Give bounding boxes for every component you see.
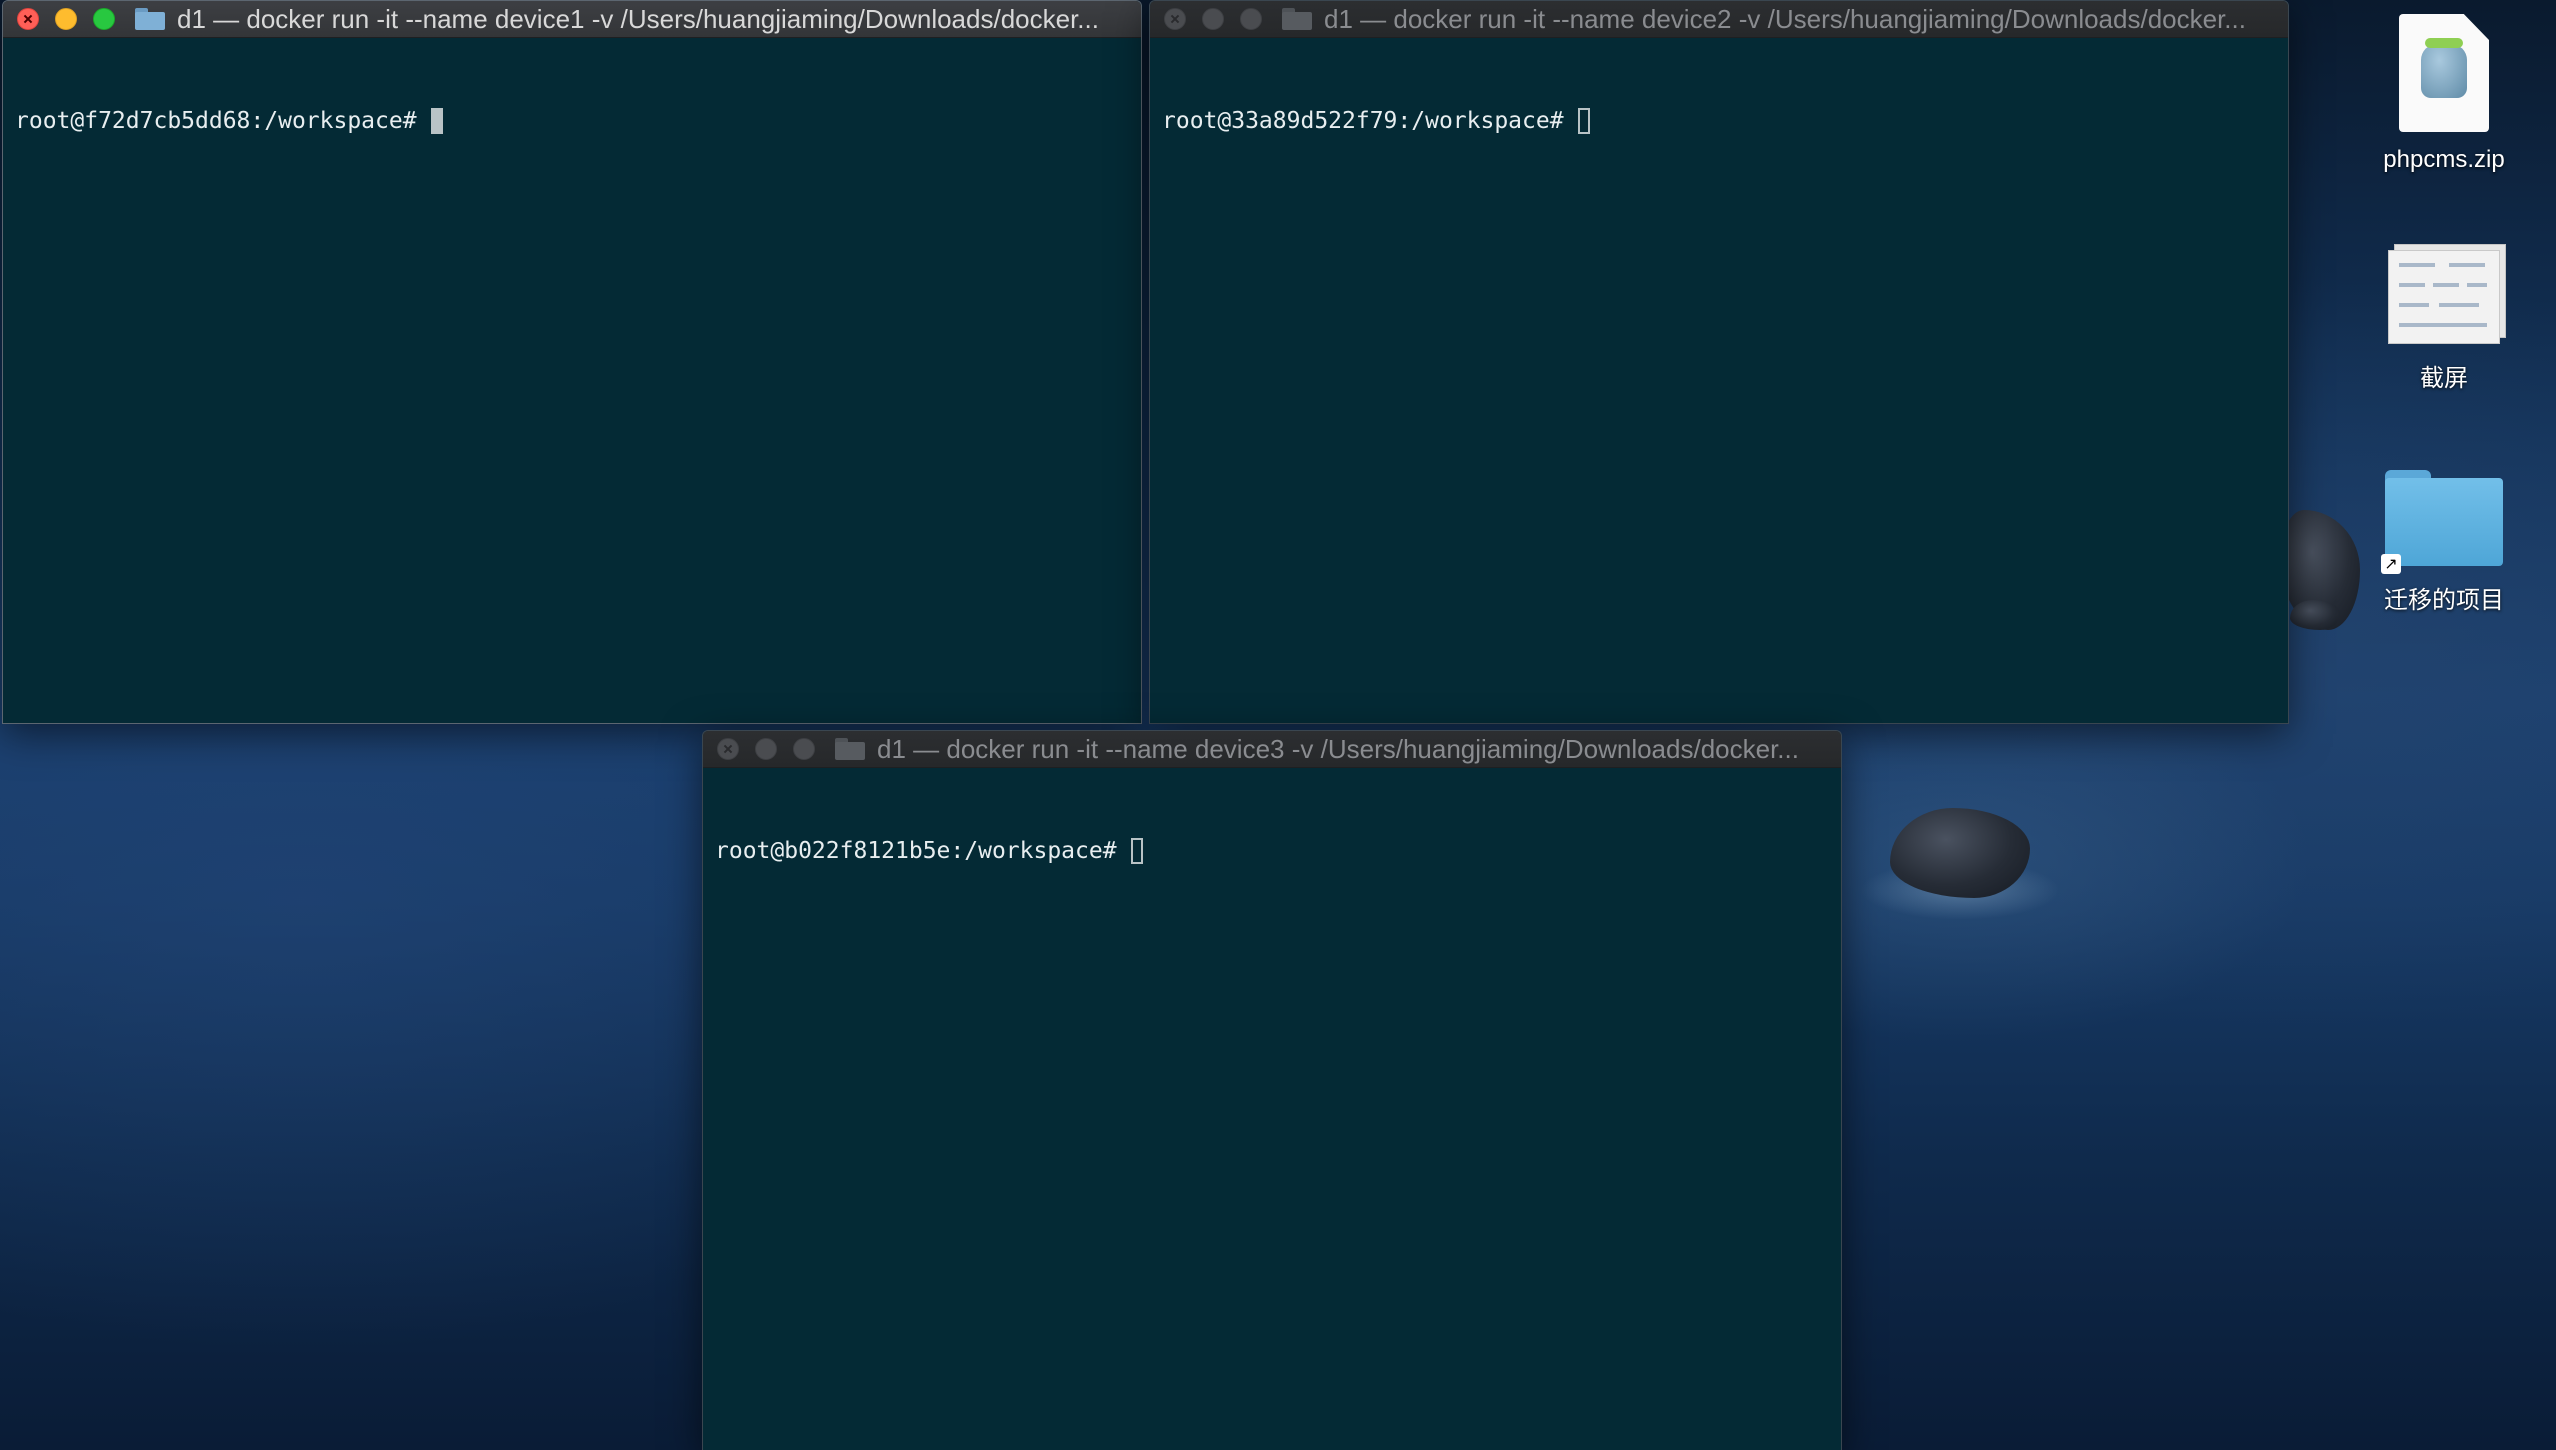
minimize-button[interactable] <box>55 8 77 30</box>
desktop-icon-phpcms-zip[interactable]: phpcms.zip <box>2344 14 2544 174</box>
terminal-content[interactable]: root@b022f8121b5e:/workspace# <box>703 768 1841 934</box>
prompt-line: root@f72d7cb5dd68:/workspace# <box>15 106 1129 136</box>
desktop-icon-migrated-items[interactable]: ↗ 迁移的项目 <box>2344 470 2544 615</box>
window-controls <box>1164 1 1262 37</box>
folder-icon <box>135 8 165 30</box>
folder-icon <box>835 738 865 760</box>
close-button[interactable] <box>17 8 39 30</box>
window-title: d1 — docker run -it --name device2 -v /U… <box>1324 3 2246 34</box>
text-cursor <box>1130 838 1143 864</box>
desktop-icon-screenshot[interactable]: 截屏 <box>2344 250 2544 393</box>
terminal-window-device1[interactable]: d1 — docker run -it --name device1 -v /U… <box>2 0 1142 724</box>
desktop-icon-label: 截屏 <box>2420 365 2468 392</box>
shell-prompt: root@f72d7cb5dd68:/workspace# <box>15 108 417 134</box>
terminal-content[interactable]: root@33a89d522f79:/workspace# <box>1150 38 2288 204</box>
sea-rock <box>1890 808 2030 898</box>
close-icon <box>24 15 32 23</box>
folder-icon <box>1282 8 1312 30</box>
maximize-button[interactable] <box>793 738 815 760</box>
maximize-button[interactable] <box>93 8 115 30</box>
minimize-button[interactable] <box>1202 8 1224 30</box>
window-title: d1 — docker run -it --name device1 -v /U… <box>177 3 1099 34</box>
desktop-icon-label: phpcms.zip <box>2383 146 2505 173</box>
window-title: d1 — docker run -it --name device3 -v /U… <box>877 733 1799 764</box>
terminal-window-device2[interactable]: d1 — docker run -it --name device2 -v /U… <box>1149 0 2289 724</box>
window-titlebar[interactable]: d1 — docker run -it --name device3 -v /U… <box>703 731 1841 768</box>
window-controls <box>717 731 815 767</box>
text-cursor <box>1577 108 1590 134</box>
prompt-line: root@b022f8121b5e:/workspace# <box>715 836 1829 866</box>
alias-arrow-icon: ↗ <box>2381 554 2401 574</box>
terminal-content[interactable]: root@f72d7cb5dd68:/workspace# <box>3 38 1141 204</box>
close-button[interactable] <box>1164 8 1186 30</box>
desktop: d1 — docker run -it --name device1 -v /U… <box>0 0 2556 1450</box>
window-titlebar[interactable]: d1 — docker run -it --name device1 -v /U… <box>3 1 1141 38</box>
minimize-button[interactable] <box>755 738 777 760</box>
close-icon <box>1171 15 1179 23</box>
terminal-window-device3[interactable]: d1 — docker run -it --name device3 -v /U… <box>702 730 1842 1450</box>
close-button[interactable] <box>717 738 739 760</box>
window-titlebar[interactable]: d1 — docker run -it --name device2 -v /U… <box>1150 1 2288 38</box>
shell-prompt: root@b022f8121b5e:/workspace# <box>715 838 1117 864</box>
zip-archive-icon <box>2399 14 2489 132</box>
prompt-line: root@33a89d522f79:/workspace# <box>1162 106 2276 136</box>
close-icon <box>724 745 732 753</box>
folder-alias-icon: ↗ <box>2381 470 2503 574</box>
text-cursor <box>430 108 443 134</box>
desktop-icon-label: 迁移的项目 <box>2384 587 2504 614</box>
coast-rock <box>2290 600 2340 630</box>
maximize-button[interactable] <box>1240 8 1262 30</box>
window-controls <box>17 1 115 37</box>
shell-prompt: root@33a89d522f79:/workspace# <box>1162 108 1564 134</box>
screenshot-file-icon <box>2388 250 2500 344</box>
